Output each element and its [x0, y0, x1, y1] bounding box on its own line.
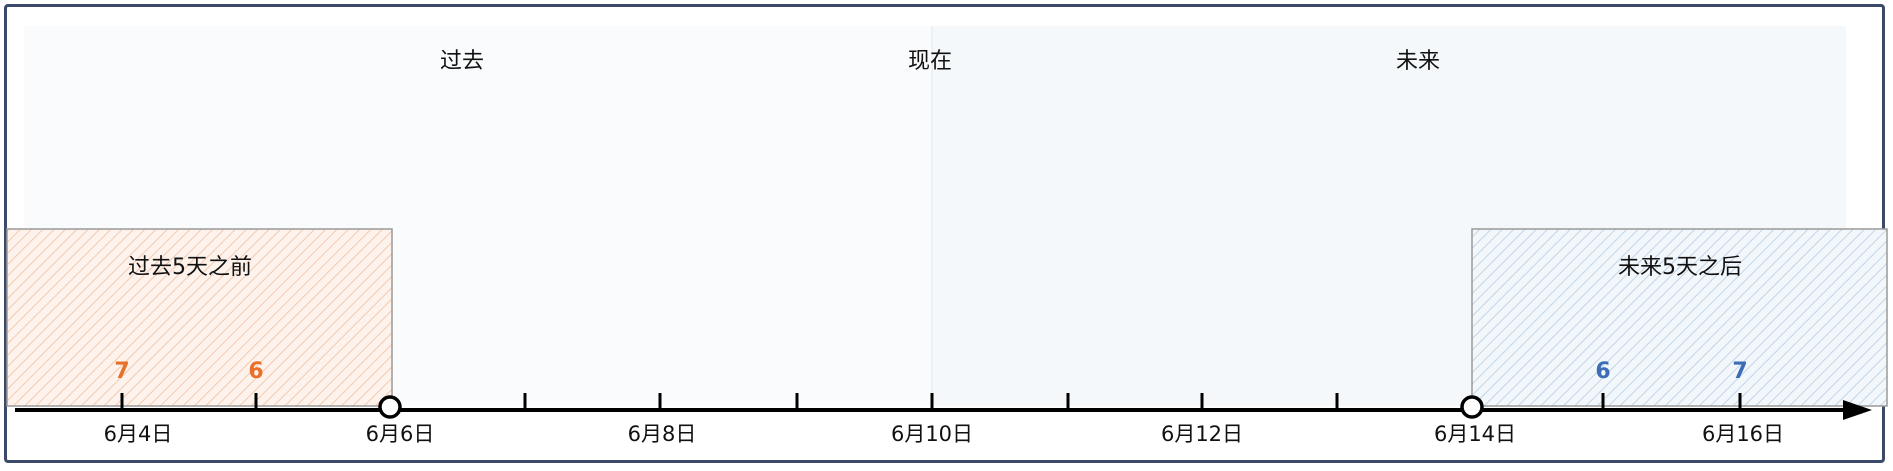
timeline-diagram: 过去 现在 未来 过去5天之前 未来5天之后 7 6 6 7 6月4日 6月6日…	[6, 26, 1888, 446]
future-marker: 7	[1732, 359, 1747, 384]
axis-label: 6月6日	[366, 422, 435, 446]
axis-label: 6月14日	[1434, 422, 1516, 446]
axis-label: 6月10日	[891, 422, 973, 446]
axis-label: 6月4日	[104, 422, 173, 446]
region-title-past: 过去	[440, 49, 484, 74]
past-marker: 7	[114, 359, 129, 384]
boundary-marker-future	[1460, 395, 1484, 419]
future-box-label: 未来5天之后	[1618, 255, 1742, 280]
past-marker: 6	[248, 359, 263, 384]
axis-label: 6月12日	[1161, 422, 1243, 446]
boundary-marker-past	[378, 395, 402, 419]
axis-label: 6月16日	[1702, 422, 1784, 446]
region-title-future: 未来	[1396, 49, 1440, 74]
axis-label: 6月8日	[628, 422, 697, 446]
past-box-label: 过去5天之前	[128, 255, 252, 280]
region-title-present: 现在	[908, 49, 952, 74]
future-marker: 6	[1595, 359, 1610, 384]
